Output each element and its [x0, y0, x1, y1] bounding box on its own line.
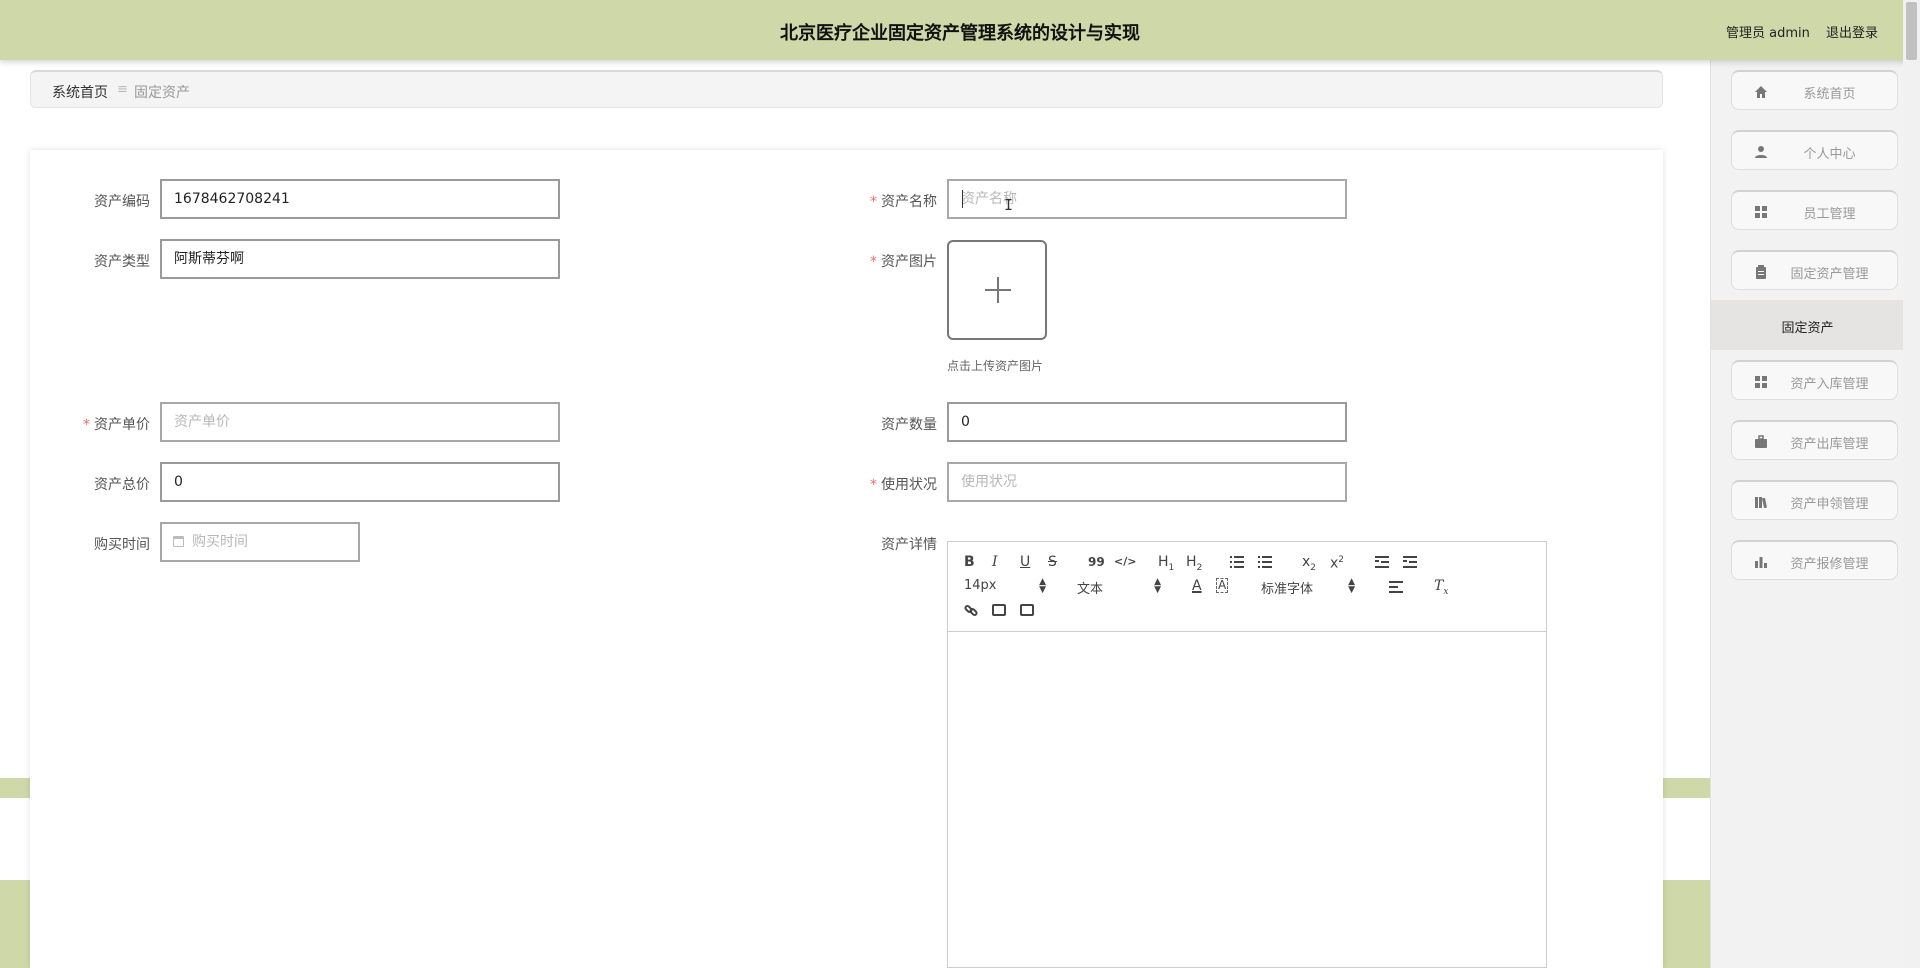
sidebar-item-label: 个人中心 — [1803, 147, 1856, 162]
editor-toolbar: B I U S 99 </> H1 H2 x2 x2 14px ▲ ▼ 文本 ▲… — [948, 542, 1546, 632]
ordered-list-icon[interactable] — [1230, 555, 1244, 568]
breadcrumb-separator: ≡ — [117, 82, 128, 97]
sidebar-item-label: 资产申领管理 — [1790, 497, 1869, 512]
sidebar-item-label: 资产入库管理 — [1790, 377, 1869, 392]
background-color-button[interactable]: A — [1216, 578, 1229, 593]
select-arrows-icon: ▲ ▼ — [1154, 577, 1161, 595]
underline-button[interactable]: U — [1020, 554, 1030, 570]
video-icon[interactable] — [1020, 604, 1034, 616]
blockquote-button[interactable]: 99 — [1088, 554, 1105, 570]
scrollbar-thumb[interactable] — [1906, 2, 1917, 60]
total-label: 资产总价 — [94, 477, 150, 493]
purchase-time-picker[interactable]: 购买时间 — [160, 522, 360, 562]
purchase-time-placeholder: 购买时间 — [192, 534, 248, 550]
logout-link[interactable]: 退出登录 — [1826, 26, 1878, 41]
strike-button[interactable]: S — [1048, 554, 1057, 570]
subscript-button[interactable]: x2 — [1302, 554, 1316, 576]
sidebar-item-label: 固定资产管理 — [1790, 267, 1869, 282]
name-label: * 资产名称 — [870, 194, 937, 210]
align-icon[interactable] — [1389, 580, 1403, 593]
sidebar-item-fixed-assets[interactable]: 固定资产管理 — [1731, 250, 1898, 290]
user-role-label: 管理员 admin — [1725, 26, 1810, 41]
price-label: * 资产单价 — [83, 417, 150, 433]
sidebar-item-label: 员工管理 — [1803, 207, 1856, 222]
asset-type-input[interactable]: 阿斯蒂芬啊 — [160, 239, 560, 279]
outdent-icon[interactable] — [1375, 555, 1389, 568]
bullet-list-icon[interactable] — [1258, 555, 1272, 568]
user-area: 管理员 admin 退出登录 — [1726, 22, 1878, 41]
code-block-button[interactable]: </> — [1114, 554, 1136, 570]
select-arrows-icon: ▲ ▼ — [1348, 577, 1355, 595]
status-label: * 使用状况 — [870, 477, 937, 493]
image-icon[interactable] — [992, 604, 1006, 616]
rich-text-editor: B I U S 99 </> H1 H2 x2 x2 14px ▲ ▼ 文本 ▲… — [947, 541, 1547, 968]
sidebar-item-stock-in[interactable]: 资产入库管理 — [1731, 360, 1898, 400]
usage-status-input[interactable]: 使用状况 — [947, 462, 1347, 502]
font-family-select[interactable]: 标准字体 ▲ ▼ — [1261, 577, 1355, 598]
image-label: * 资产图片 — [870, 254, 937, 270]
text-caret — [962, 190, 963, 208]
breadcrumb: 系统首页 ≡ 固定资产 — [30, 70, 1663, 108]
asset-quantity-input[interactable]: 0 — [947, 402, 1347, 442]
sidebar-item-stock-out[interactable]: 资产出库管理 — [1731, 420, 1898, 460]
link-icon[interactable] — [963, 603, 979, 618]
calendar-icon — [173, 536, 184, 547]
font-color-button[interactable]: A — [1192, 578, 1202, 594]
sidebar-item-profile[interactable]: 个人中心 — [1731, 130, 1898, 170]
upload-tip: 点击上传资产图片 — [947, 359, 1044, 373]
sidebar-subitem-fixed-asset[interactable]: 固定资产 — [1711, 300, 1904, 350]
asset-total-input[interactable]: 0 — [160, 462, 560, 502]
header1-button[interactable]: H1 — [1158, 554, 1174, 576]
sidebar-item-label: 系统首页 — [1803, 87, 1856, 102]
top-header: 北京医疗企业固定资产管理系统的设计与实现 管理员 admin 退出登录 — [0, 0, 1920, 60]
page-title: 北京医疗企业固定资产管理系统的设计与实现 — [780, 23, 1140, 44]
image-upload-button[interactable] — [947, 240, 1047, 340]
window-scrollbar[interactable] — [1903, 0, 1920, 968]
asset-name-input[interactable]: 资产名称 I — [947, 179, 1347, 219]
quantity-label: 资产数量 — [881, 417, 937, 433]
bold-button[interactable]: B — [964, 554, 975, 570]
breadcrumb-home-link[interactable]: 系统首页 — [52, 82, 108, 102]
clear-format-button[interactable]: Tx — [1434, 578, 1448, 600]
font-size-select[interactable]: 14px ▲ ▼ — [964, 577, 1046, 595]
sidebar-item-staff[interactable]: 员工管理 — [1731, 190, 1898, 230]
purchase-time-label: 购买时间 — [94, 537, 150, 553]
sidebar-menu: 系统首页 个人中心 员工管理 固定资产管理 固定资产 资产入库管理 资产出库管理… — [1710, 60, 1904, 968]
type-label: 资产类型 — [94, 254, 150, 270]
sidebar-item-requisition[interactable]: 资产申领管理 — [1731, 480, 1898, 520]
sidebar-item-label: 资产出库管理 — [1790, 437, 1869, 452]
asset-form-card: 资产编码 1678462708241 资产类型 阿斯蒂芬啊 * 资产单价 资产单价… — [30, 150, 1663, 968]
editor-content-area[interactable] — [948, 633, 1546, 967]
plus-icon-vertical — [997, 277, 999, 303]
breadcrumb-current: 固定资产 — [134, 85, 190, 101]
sidebar-item-home[interactable]: 系统首页 — [1731, 70, 1898, 110]
italic-button[interactable]: I — [992, 554, 998, 570]
details-label: 资产详情 — [881, 537, 937, 553]
asset-price-input[interactable]: 资产单价 — [160, 402, 560, 442]
indent-icon[interactable] — [1403, 555, 1417, 568]
select-arrows-icon: ▲ ▼ — [1039, 577, 1046, 595]
code-label: 资产编码 — [94, 194, 150, 210]
superscript-button[interactable]: x2 — [1330, 552, 1344, 572]
sidebar-subitem-label: 固定资产 — [1781, 321, 1834, 336]
header2-button[interactable]: H2 — [1186, 554, 1202, 576]
paragraph-select[interactable]: 文本 ▲ ▼ — [1077, 577, 1161, 598]
ibeam-cursor-icon: I — [1004, 196, 1014, 214]
sidebar-item-label: 资产报修管理 — [1790, 557, 1869, 572]
asset-code-input[interactable]: 1678462708241 — [160, 179, 560, 219]
sidebar-item-repair[interactable]: 资产报修管理 — [1731, 540, 1898, 580]
